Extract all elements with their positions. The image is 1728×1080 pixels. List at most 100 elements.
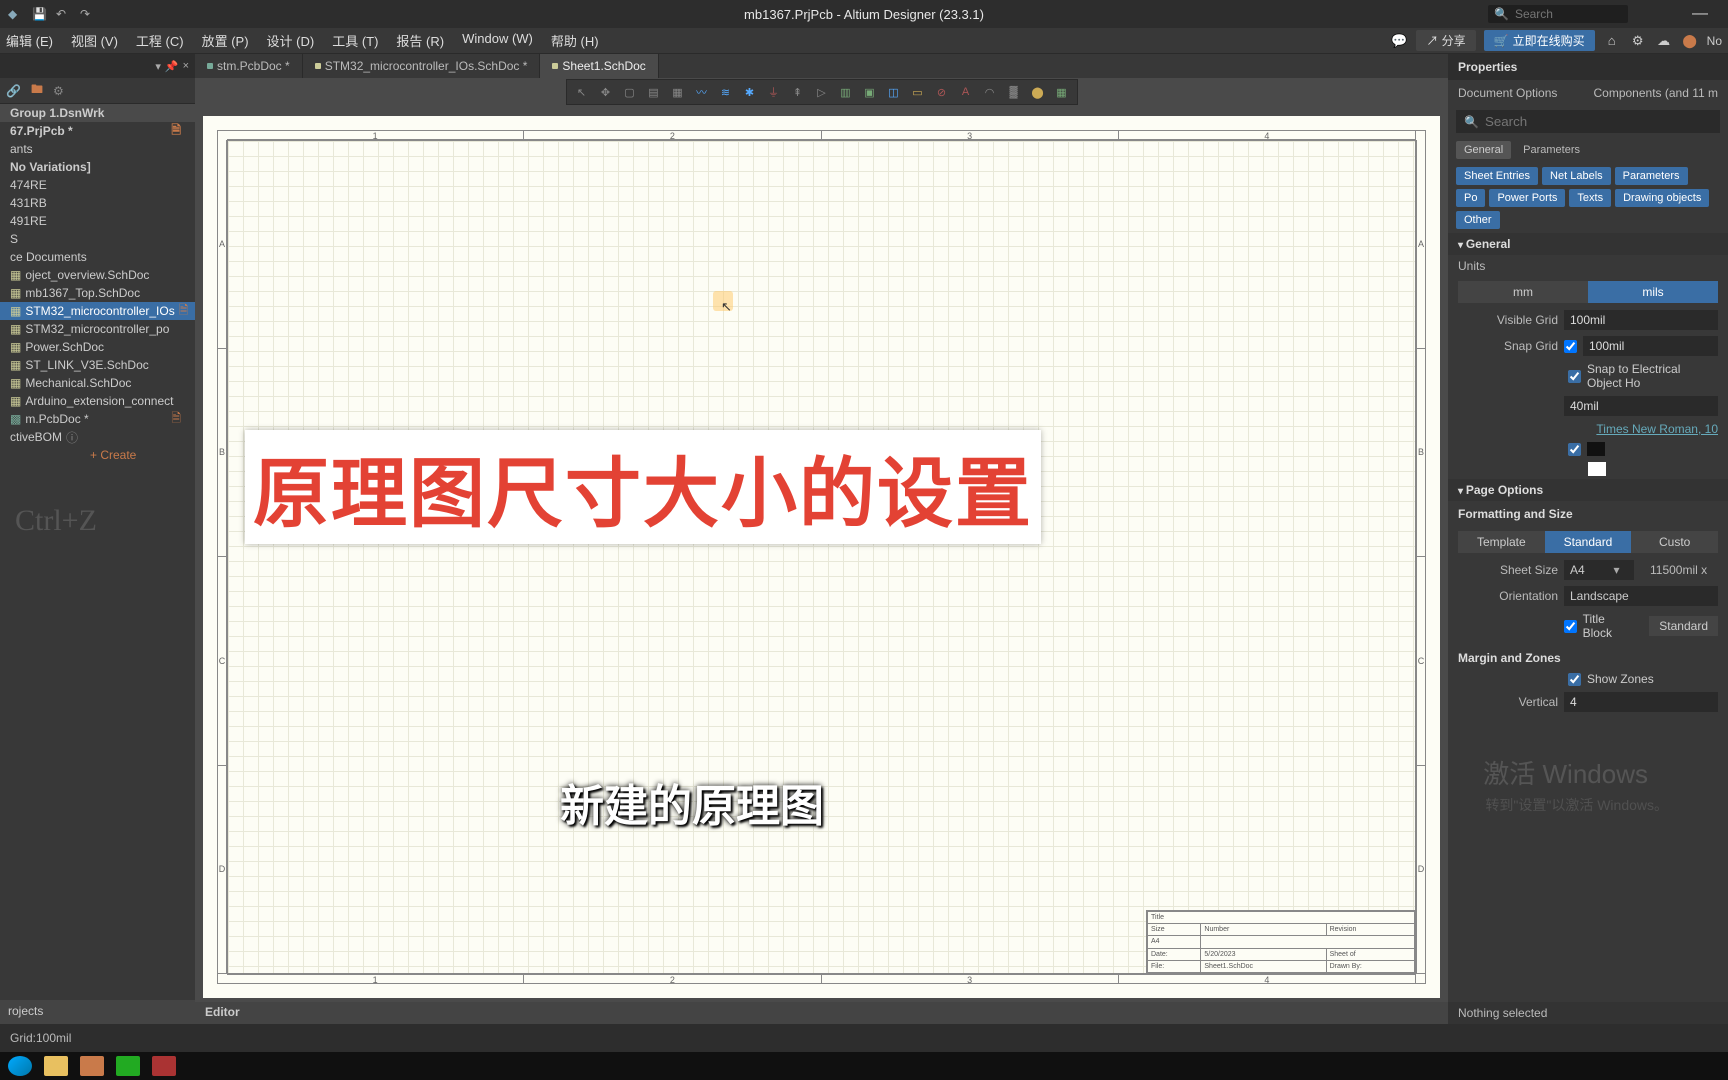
title-block-check[interactable] bbox=[1564, 620, 1577, 633]
notif-icon[interactable]: ⬤ bbox=[1681, 32, 1699, 50]
visible-grid-input[interactable]: 100mil bbox=[1564, 310, 1718, 330]
snap-electrical-check[interactable] bbox=[1568, 370, 1581, 383]
tree-node[interactable]: ▦ STM32_microcontroller_po bbox=[0, 320, 195, 338]
tree-node[interactable]: ctiveBOM ⓘ bbox=[0, 428, 195, 446]
tool-sheet-icon[interactable]: ▥ bbox=[835, 82, 857, 102]
tool-x2-icon[interactable]: ▦ bbox=[1051, 82, 1073, 102]
tree-node[interactable]: ▦ Mechanical.SchDoc bbox=[0, 374, 195, 392]
project-tree[interactable]: Group 1.DsnWrk 67.PrjPcb *🗎 ants No Vari… bbox=[0, 104, 195, 1000]
workspace-node[interactable]: Group 1.DsnWrk bbox=[0, 104, 195, 122]
snap-grid-check[interactable] bbox=[1564, 340, 1577, 353]
tool-net-icon[interactable]: ✱ bbox=[739, 82, 761, 102]
global-search[interactable]: 🔍 bbox=[1488, 5, 1628, 23]
link-icon[interactable]: 🔗 bbox=[6, 84, 21, 98]
tool-cursor-icon[interactable]: ↖ bbox=[571, 82, 593, 102]
tree-node[interactable]: S bbox=[0, 230, 195, 248]
tree-node[interactable]: ▦ oject_overview.SchDoc bbox=[0, 266, 195, 284]
pill-parameters[interactable]: Parameters bbox=[1615, 167, 1688, 185]
tree-node[interactable]: ce Documents bbox=[0, 248, 195, 266]
menu-help[interactable]: 帮助 (H) bbox=[551, 31, 599, 50]
pill-texts[interactable]: Texts bbox=[1569, 189, 1611, 207]
tool-label-icon[interactable]: ▭ bbox=[907, 82, 929, 102]
tool-bus-icon[interactable]: ≋ bbox=[715, 82, 737, 102]
tree-node[interactable]: ▦ Arduino_extension_connect bbox=[0, 392, 195, 410]
tool-noerc-icon[interactable]: ⊘ bbox=[931, 82, 953, 102]
tool-comp-icon[interactable]: ▓ bbox=[1003, 82, 1025, 102]
pill-drawing[interactable]: Drawing objects bbox=[1615, 189, 1709, 207]
pill-net-labels[interactable]: Net Labels bbox=[1542, 167, 1611, 185]
taskbar-explorer-icon[interactable] bbox=[44, 1056, 68, 1076]
tab-general[interactable]: General bbox=[1456, 141, 1511, 159]
editor-status-tab[interactable]: Editor bbox=[195, 1002, 1448, 1024]
project-node[interactable]: 67.PrjPcb *🗎 bbox=[0, 122, 195, 140]
cloud-icon[interactable]: ☁ bbox=[1655, 32, 1673, 50]
taskbar-edge-icon[interactable] bbox=[8, 1056, 32, 1076]
pill-sheet-entries[interactable]: Sheet Entries bbox=[1456, 167, 1538, 185]
tree-node[interactable]: 431RB bbox=[0, 194, 195, 212]
tree-node[interactable]: ▦ ST_LINK_V3E.SchDoc bbox=[0, 356, 195, 374]
tool-arc-icon[interactable]: ◠ bbox=[979, 82, 1001, 102]
show-zones-check[interactable] bbox=[1568, 673, 1581, 686]
create-button[interactable]: + Create bbox=[0, 446, 195, 464]
global-search-input[interactable] bbox=[1509, 7, 1622, 21]
buy-button[interactable]: 🛒 立即在线购买 bbox=[1484, 30, 1595, 51]
properties-search[interactable]: 🔍 bbox=[1456, 110, 1720, 133]
color1-check[interactable] bbox=[1568, 443, 1581, 456]
tool-power-icon[interactable]: ⇞ bbox=[787, 82, 809, 102]
seg-custom[interactable]: Custo bbox=[1631, 531, 1718, 553]
schematic-canvas[interactable]: 1234 1234 ABCD ABCD ↖ Title SizeNumbe bbox=[203, 116, 1440, 998]
tree-node[interactable]: ▦ Power.SchDoc bbox=[0, 338, 195, 356]
color-swatch-white[interactable] bbox=[1588, 462, 1606, 476]
doc-tab-active[interactable]: Sheet1.SchDoc bbox=[540, 54, 658, 78]
unit-mm[interactable]: mm bbox=[1458, 281, 1588, 303]
doc-tab[interactable]: stm.PcbDoc * bbox=[195, 54, 303, 78]
color-swatch-dark[interactable] bbox=[1587, 442, 1605, 456]
tree-node[interactable]: ▩ m.PcbDoc *🗎 bbox=[0, 410, 195, 428]
comment-icon[interactable]: 💬 bbox=[1390, 32, 1408, 50]
font-row[interactable]: Times New Roman, 10 bbox=[1448, 419, 1728, 439]
redo-icon[interactable]: ↷ bbox=[80, 7, 94, 21]
tool-align-icon[interactable]: ▤ bbox=[643, 82, 665, 102]
taskbar-wps-icon[interactable] bbox=[152, 1056, 176, 1076]
menu-edit[interactable]: 编辑 (E) bbox=[6, 31, 53, 50]
menu-project[interactable]: 工程 (C) bbox=[136, 31, 184, 50]
pill-other[interactable]: Other bbox=[1456, 211, 1500, 229]
menu-report[interactable]: 报告 (R) bbox=[396, 31, 444, 50]
tool-x1-icon[interactable]: ⬤ bbox=[1027, 82, 1049, 102]
menu-view[interactable]: 视图 (V) bbox=[71, 31, 118, 50]
snap-distance-input[interactable]: 40mil bbox=[1564, 396, 1718, 416]
windows-taskbar[interactable] bbox=[0, 1052, 1728, 1080]
tab-parameters[interactable]: Parameters bbox=[1515, 141, 1588, 159]
canvas-viewport[interactable]: 1234 1234 ABCD ABCD ↖ Title SizeNumbe bbox=[195, 106, 1448, 1002]
sheet-size-combo[interactable]: A4▾ bbox=[1564, 560, 1634, 580]
tree-node[interactable]: ▦ mb1367_Top.SchDoc bbox=[0, 284, 195, 302]
units-toggle[interactable]: mm mils bbox=[1458, 281, 1718, 303]
home-icon[interactable]: ⌂ bbox=[1603, 32, 1621, 50]
menu-place[interactable]: 放置 (P) bbox=[202, 31, 249, 50]
format-segmented[interactable]: Template Standard Custo bbox=[1458, 531, 1718, 553]
tree-node[interactable]: 491RE bbox=[0, 212, 195, 230]
projects-tab-button[interactable]: rojects bbox=[0, 1000, 195, 1024]
menu-tools[interactable]: 工具 (T) bbox=[332, 31, 378, 50]
settings-icon[interactable]: ⚙ bbox=[53, 84, 64, 98]
doc-tab[interactable]: STM32_microcontroller_IOs.SchDoc * bbox=[303, 54, 541, 78]
pill-power-ports[interactable]: Power Ports bbox=[1489, 189, 1565, 207]
save-icon[interactable]: 💾 bbox=[32, 7, 46, 21]
section-general[interactable]: General bbox=[1448, 233, 1728, 255]
tool-text-icon[interactable]: A bbox=[955, 82, 977, 102]
panel-pin-icon[interactable]: 📌 bbox=[165, 60, 179, 73]
folder-icon[interactable]: 🖿 bbox=[31, 80, 43, 101]
menu-design[interactable]: 设计 (D) bbox=[267, 31, 315, 50]
panel-close-icon[interactable]: × bbox=[183, 60, 189, 72]
title-block-combo[interactable]: Standard bbox=[1649, 616, 1718, 636]
share-button[interactable]: ↗ 分享 bbox=[1416, 30, 1475, 51]
properties-search-input[interactable] bbox=[1485, 114, 1712, 129]
vertical-zones-input[interactable]: 4 bbox=[1564, 692, 1718, 712]
tool-distribute-icon[interactable]: ▦ bbox=[667, 82, 689, 102]
tool-rect-icon[interactable]: ▢ bbox=[619, 82, 641, 102]
tool-harness-icon[interactable]: ◫ bbox=[883, 82, 905, 102]
minimize-button[interactable]: — bbox=[1692, 5, 1708, 23]
tool-part-icon[interactable]: ▷ bbox=[811, 82, 833, 102]
section-page-options[interactable]: Page Options bbox=[1448, 479, 1728, 501]
seg-standard[interactable]: Standard bbox=[1545, 531, 1632, 553]
